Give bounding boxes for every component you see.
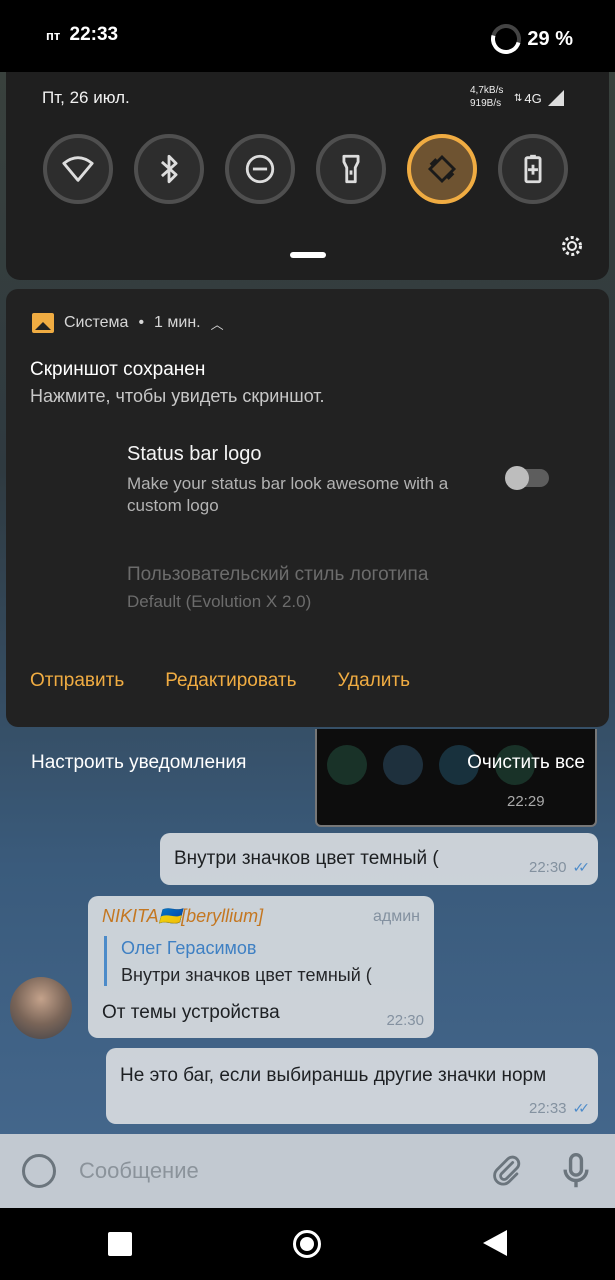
clear-all-button[interactable]: Очистить все (467, 752, 585, 774)
flashlight-icon (342, 154, 360, 184)
microphone-icon[interactable] (562, 1152, 590, 1190)
message-input-bar: Сообщение (0, 1134, 615, 1208)
app-icon (327, 745, 367, 785)
wifi-icon (62, 156, 94, 182)
chevron-up-icon[interactable]: ︿ (211, 314, 224, 333)
signal-icon (547, 90, 564, 106)
status-time: 22:33 (69, 24, 119, 45)
tile-bluetooth[interactable] (134, 134, 204, 204)
home-button[interactable] (293, 1230, 321, 1258)
do-not-disturb-icon (245, 154, 275, 184)
sender-role: админ (372, 908, 420, 925)
notification-app: Система (64, 314, 129, 331)
preview-title: Status bar logo (127, 443, 262, 465)
message-meta: 22:30 ✓✓ (528, 859, 591, 876)
speed-down: 919B/s (470, 98, 502, 109)
qs-expand-handle[interactable] (290, 252, 326, 258)
tile-wifi[interactable] (43, 134, 113, 204)
message-bubble[interactable]: Не это баг, если выбираншь другие значки… (106, 1048, 598, 1124)
app-icon (383, 745, 423, 785)
notification-title: Скриншот сохранен (30, 359, 206, 380)
emoji-icon[interactable] (22, 1154, 56, 1188)
screenshot-preview[interactable]: Status bar logo Make your status bar loo… (32, 419, 592, 639)
message-time: 22:30 (528, 859, 567, 876)
preview-style-label: Пользовательский стиль логотипа (127, 564, 429, 585)
navigation-bar (0, 1208, 615, 1280)
message-bubble[interactable]: NIKITA🇺🇦[beryllium] админ Олег Герасимов… (88, 896, 434, 1038)
network-speed: 4,7kB/s 919B/s (470, 84, 503, 110)
message-text: Не это баг, если выбираншь другие значки… (120, 1065, 547, 1086)
read-checkmarks-icon: ✓✓ (572, 859, 591, 875)
notification-header: Система • 1 мин. ︿ (32, 313, 224, 333)
battery-indicator: 29 % (485, 18, 573, 60)
tile-battery-saver[interactable] (498, 134, 568, 204)
read-checkmarks-icon: ✓✓ (572, 1100, 591, 1116)
notification-subtitle: Нажмите, чтобы увидеть скриншот. (30, 386, 325, 406)
qs-date[interactable]: Пт, 26 июл. (42, 88, 130, 108)
recents-button[interactable] (108, 1232, 132, 1256)
battery-percent: 29 % (527, 27, 573, 50)
message-input[interactable]: Сообщение (79, 1158, 199, 1184)
tile-auto-rotate[interactable] (407, 134, 477, 204)
status-bar: пт 22:33 29 % (0, 0, 615, 72)
tile-dnd[interactable] (225, 134, 295, 204)
network-label: 4G (524, 90, 542, 106)
settings-gear-icon[interactable] (560, 234, 584, 258)
battery-ring-icon (485, 18, 527, 60)
preview-toggle (505, 466, 549, 490)
speed-up: 4,7kB/s (470, 85, 504, 96)
battery-saver-icon (524, 154, 542, 184)
network-type: ⇅ 4G (514, 90, 564, 106)
thumbnail-time: 22:29 (507, 793, 545, 810)
message-sender[interactable]: NIKITA🇺🇦[beryllium] (102, 906, 263, 927)
status-clock: пт 22:33 (46, 24, 118, 46)
quote-text: Внутри значков цвет темный ( (121, 965, 372, 985)
qs-tiles (43, 134, 568, 204)
avatar[interactable] (10, 977, 72, 1039)
screenshot-thumbnail: 22:29 (315, 729, 597, 827)
image-icon (32, 313, 54, 333)
bluetooth-icon (160, 154, 178, 184)
share-button[interactable]: Отправить (30, 670, 124, 692)
screenshot-notification[interactable]: Система • 1 мин. ︿ Скриншот сохранен Наж… (6, 289, 609, 727)
back-button[interactable] (483, 1230, 507, 1256)
manage-notifications-button[interactable]: Настроить уведомления (31, 752, 246, 774)
delete-button[interactable]: Удалить (337, 670, 410, 692)
message-meta: 22:33 ✓✓ (528, 1100, 591, 1117)
status-day: пт (46, 28, 61, 43)
notification-actions: Отправить Редактировать Удалить (30, 670, 410, 692)
edit-button[interactable]: Редактировать (165, 670, 296, 692)
message-time: 22:30 (386, 1012, 424, 1029)
quote-author: Олег Герасимов (121, 938, 257, 958)
message-text: Внутри значков цвет темный ( (174, 848, 439, 869)
notification-time: 1 мин. (154, 314, 201, 331)
attach-icon[interactable] (490, 1154, 524, 1188)
auto-rotate-icon (427, 154, 457, 184)
tile-flashlight[interactable] (316, 134, 386, 204)
reply-quote[interactable]: Олег Герасимов Внутри значков цвет темны… (104, 936, 372, 986)
quick-settings-panel: Пт, 26 июл. 4,7kB/s 919B/s ⇅ 4G (6, 72, 609, 280)
message-text: От темы устройства (102, 1002, 280, 1023)
message-time: 22:33 (528, 1100, 567, 1117)
preview-description: Make your status bar look awesome with a… (127, 474, 449, 515)
data-arrows-icon: ⇅ (514, 92, 523, 104)
message-bubble[interactable]: Внутри значков цвет темный ( 22:30 ✓✓ (160, 833, 598, 885)
preview-style-value: Default (Evolution X 2.0) (127, 592, 312, 611)
